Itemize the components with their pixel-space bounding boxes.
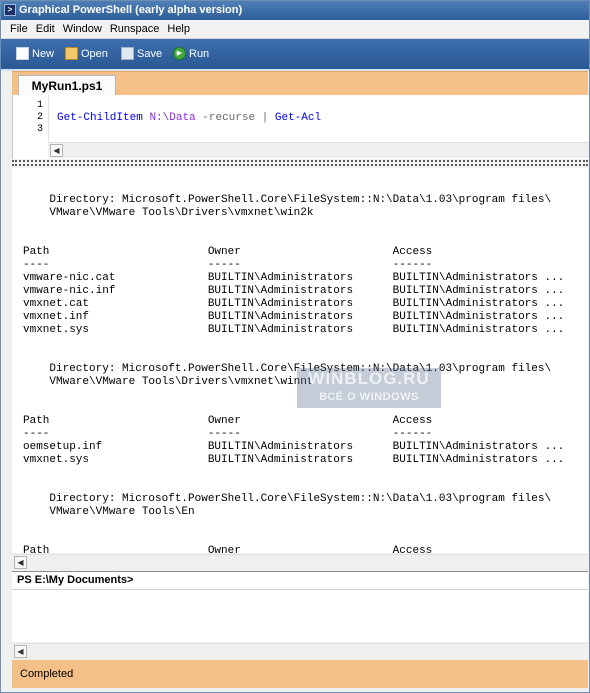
- new-document-icon: [16, 46, 29, 60]
- app-window: > Graphical PowerShell (early alpha versi…: [0, 0, 590, 693]
- output-line: vmxnet.cat BUILTIN\Administrators BUILTI…: [23, 298, 565, 310]
- tab-myrun1[interactable]: MyRun1.ps1: [18, 75, 116, 97]
- output-line: Path Owner Access: [23, 415, 433, 427]
- save-button-label: Save: [137, 48, 163, 60]
- run-play-icon: ▶: [173, 46, 186, 60]
- watermark-line2: ВСЁ О WINDOWS: [319, 391, 419, 403]
- menu-help[interactable]: Help: [163, 20, 194, 38]
- output-line: Path Owner Access: [23, 545, 433, 553]
- code-pipe: |: [261, 112, 269, 124]
- output-pane: Directory: Microsoft.PowerShell.Core\Fil…: [12, 168, 588, 553]
- save-disk-icon: [121, 46, 134, 60]
- menu-runspace[interactable]: Runspace: [106, 20, 164, 38]
- line-number: 2: [36, 112, 43, 123]
- arrow-left-icon[interactable]: ◀: [14, 556, 27, 569]
- toolbar: New Open Save ▶ Run: [1, 39, 589, 71]
- open-button-label: Open: [81, 48, 108, 60]
- arrow-left-icon[interactable]: ◀: [50, 144, 63, 157]
- prompt-text: PS E:\My Documents>: [17, 574, 134, 586]
- status-text: Completed: [20, 668, 74, 680]
- run-button-label: Run: [189, 48, 210, 60]
- menu-file[interactable]: File: [6, 20, 32, 38]
- output-line: VMware\VMware Tools\Drivers\vmxnet\winnt: [23, 376, 314, 388]
- line-number: 1: [36, 100, 43, 111]
- output-line: vmxnet.inf BUILTIN\Administrators BUILTI…: [23, 311, 565, 323]
- command-prompt: PS E:\My Documents>: [12, 571, 588, 590]
- code-parameter: -recurse: [202, 112, 256, 124]
- output-line: ---- ----- ------: [23, 428, 433, 440]
- window-title: Graphical PowerShell (early alpha versio…: [19, 4, 243, 16]
- output-line: vmware-nic.inf BUILTIN\Administrators BU…: [23, 285, 565, 297]
- open-button[interactable]: Open: [65, 45, 108, 63]
- new-button[interactable]: New: [16, 45, 54, 63]
- output-line: oemsetup.inf BUILTIN\Administrators BUIL…: [23, 441, 565, 453]
- output-line: Path Owner Access: [23, 246, 433, 258]
- menu-edit[interactable]: Edit: [32, 20, 59, 38]
- output-line: VMware\VMware Tools\Drivers\vmxnet\win2k: [23, 207, 314, 219]
- input-scrollbar[interactable]: ◀: [12, 643, 588, 659]
- watermark-line1: WINBLOG.RU: [308, 369, 430, 388]
- output-line: vmxnet.sys BUILTIN\Administrators BUILTI…: [23, 324, 565, 336]
- pane-splitter[interactable]: [12, 160, 588, 166]
- status-bar: Completed: [12, 660, 588, 688]
- title-bar: > Graphical PowerShell (early alpha versi…: [1, 1, 589, 20]
- code-cmdlet: Get-Acl: [274, 112, 322, 124]
- output-line: VMware\VMware Tools\En: [23, 506, 195, 518]
- save-button[interactable]: Save: [121, 45, 162, 63]
- watermark: WINBLOG.RU ВСЁ О WINDOWS: [297, 368, 441, 408]
- app-icon: >: [4, 4, 16, 16]
- new-button-label: New: [32, 48, 55, 60]
- menu-window[interactable]: Window: [59, 20, 106, 38]
- editor-scrollbar[interactable]: ◀: [48, 142, 589, 158]
- output-line: vmware-nic.cat BUILTIN\Administrators BU…: [23, 272, 565, 284]
- menu-bar: File Edit Window Runspace Help: [1, 20, 589, 39]
- output-scrollbar[interactable]: ◀: [12, 554, 588, 570]
- output-text: Directory: Microsoft.PowerShell.Core\Fil…: [23, 194, 564, 553]
- arrow-left-icon[interactable]: ◀: [14, 645, 27, 658]
- command-input[interactable]: [12, 590, 588, 642]
- output-line: Directory: Microsoft.PowerShell.Core\Fil…: [23, 493, 552, 505]
- line-number-gutter: 1 2 3: [13, 95, 49, 147]
- run-button[interactable]: ▶ Run: [173, 45, 209, 63]
- output-line: Directory: Microsoft.PowerShell.Core\Fil…: [23, 363, 552, 375]
- tab-strip: MyRun1.ps1: [12, 71, 588, 97]
- code-cmdlet: Get-ChildItem: [57, 112, 143, 124]
- output-line: Directory: Microsoft.PowerShell.Core\Fil…: [23, 194, 552, 206]
- code-line[interactable]: Get-ChildItem N:\Data -recurse | Get-Acl: [57, 112, 321, 124]
- script-editor[interactable]: 1 2 3 Get-ChildItem N:\Data -recurse | G…: [12, 95, 589, 159]
- output-line: vmxnet.sys BUILTIN\Administrators BUILTI…: [23, 454, 565, 466]
- code-path: N:\Data: [149, 112, 196, 124]
- open-folder-icon: [65, 46, 78, 60]
- output-line: ---- ----- ------: [23, 259, 433, 271]
- line-number: 3: [36, 124, 43, 135]
